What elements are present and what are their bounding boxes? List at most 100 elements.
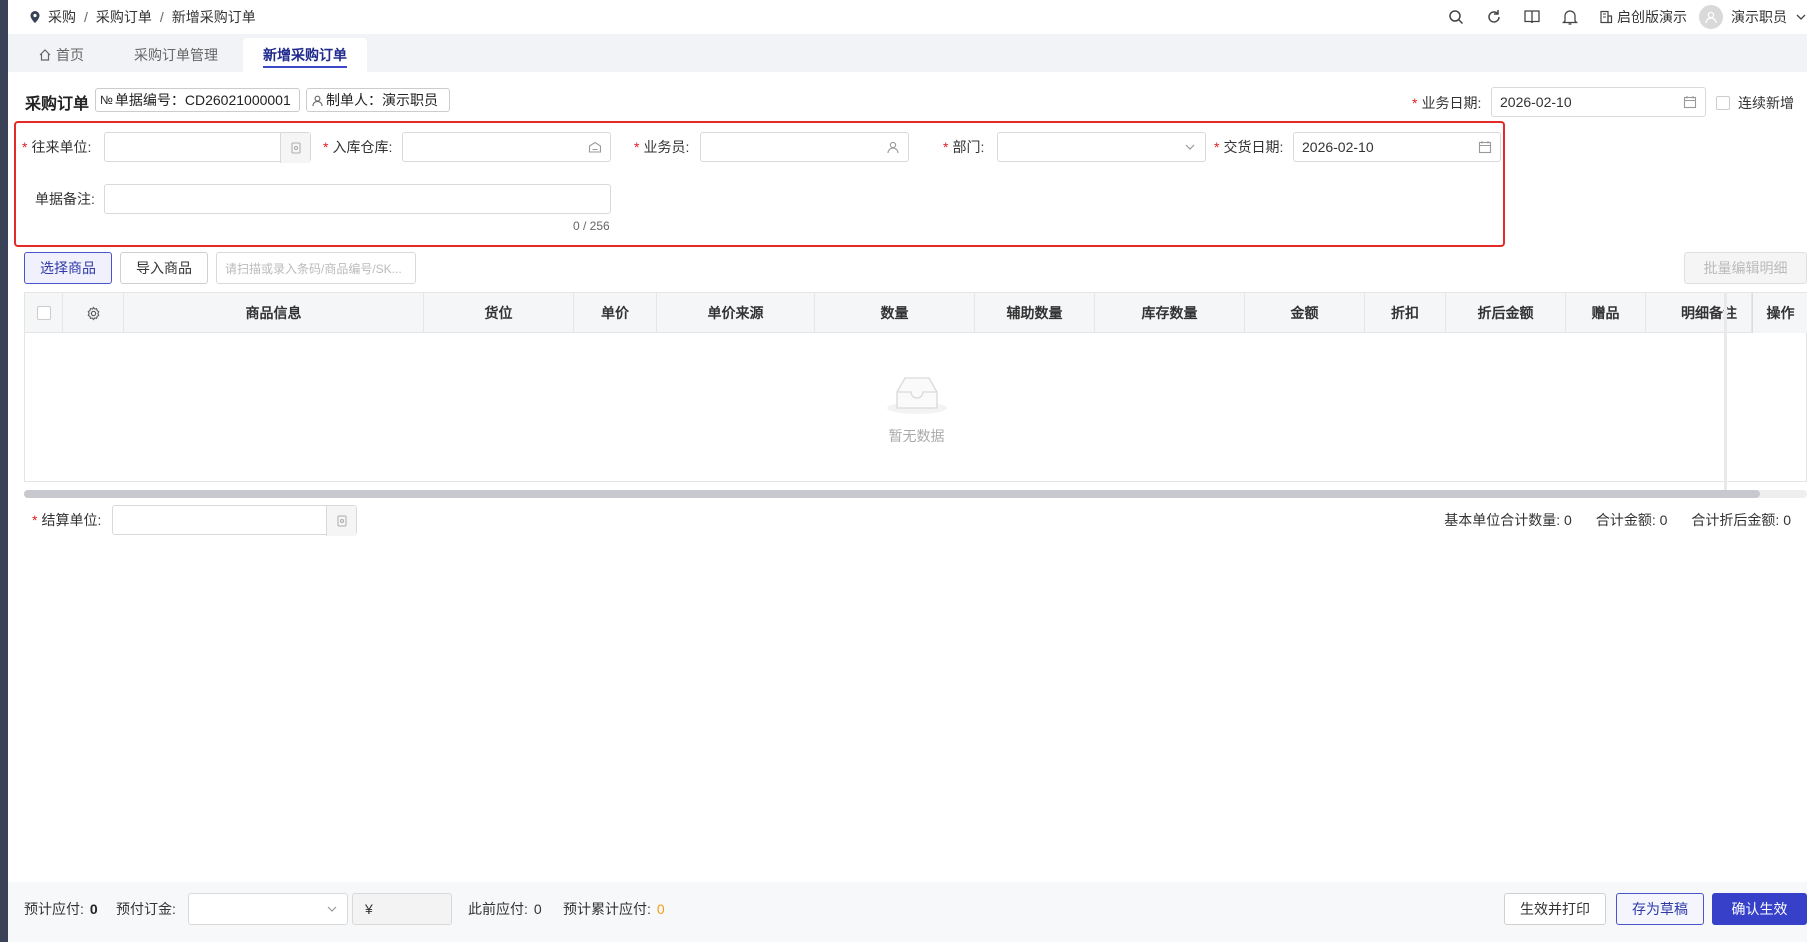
book-icon[interactable] [1523,8,1541,26]
remark-textarea[interactable] [104,184,611,214]
prepay-amount-input[interactable]: ¥ [352,893,452,925]
base-qty-label: 基本单位合计数量: [1444,512,1561,528]
column-header: 辅助数量 [975,293,1095,333]
delivery-date-picker[interactable]: 2026-02-10 [1293,132,1501,162]
amount-total-value: 0 [1659,512,1668,528]
chevron-down-icon [1185,144,1195,150]
warehouse-icon [588,141,602,153]
partner-label: * 往来单位: [22,132,91,162]
remark-label: 单据备注: [35,184,95,214]
prev-payable: 此前应付: 0 [468,899,542,919]
settlement-label: * 结算单位: [32,505,101,535]
tab-new-order-label: 新增采购订单 [263,47,347,63]
required-mark: * [323,139,329,155]
required-mark: * [1412,95,1418,111]
gear-icon[interactable] [86,305,101,321]
prepay-account-select[interactable] [188,893,348,925]
calendar-icon [1683,96,1697,109]
column-header: 单价 [574,293,657,333]
activate-and-print-button[interactable]: 生效并打印 [1504,893,1606,925]
est-payable-value: 0 [89,901,98,917]
biz-date-picker[interactable]: 2026-02-10 [1491,87,1706,117]
page-title: 采购订单 [25,96,90,113]
delivery-date-value: 2026-02-10 [1302,139,1374,155]
est-cum-payable-value: 0 [656,901,665,917]
active-tab-underline [263,66,347,68]
barcode-scan-input[interactable]: 请扫描或录入条码/商品编号/SK... [216,252,416,284]
breadcrumb-item-purchase[interactable]: 采购 [48,7,76,27]
calendar-icon [1478,141,1492,154]
location-pin-icon [30,11,40,23]
warehouse-input[interactable] [402,132,611,162]
breadcrumb-item-orders[interactable]: 采购订单 [96,7,152,27]
column-settings-cell [63,293,124,333]
search-icon[interactable] [1447,8,1465,26]
avatar [1699,5,1723,29]
batch-edit-button[interactable]: 批量编辑明细 [1684,252,1807,284]
salesman-input[interactable] [700,132,909,162]
tab-order-management[interactable]: 采购订单管理 [134,38,218,72]
dept-select[interactable] [997,132,1206,162]
base-qty-value: 0 [1564,512,1572,528]
amount-total-label: 合计金额: [1595,512,1656,528]
column-header: 库存数量 [1095,293,1245,333]
continuous-add-checkbox[interactable] [1716,96,1730,110]
scrollbar-thumb[interactable] [24,490,1760,498]
est-payable-label: 预计应付: [24,901,84,917]
refresh-icon[interactable] [1485,8,1503,26]
biz-date-label-text: 业务日期: [1421,95,1482,111]
document-icon [337,515,346,527]
confirm-button[interactable]: 确认生效 [1712,893,1807,925]
tab-new-order[interactable]: 新增采购订单 [243,38,367,72]
remark-char-counter: 0 / 256 [573,219,610,233]
warehouse-label-text: 入库仓库: [332,139,393,155]
partner-input[interactable] [104,132,311,163]
building-icon [1600,10,1613,24]
est-cum-payable: 预计累计应付: 0 [563,899,665,919]
partner-picker-button[interactable] [280,133,310,163]
number-sign-icon: № [100,93,113,107]
empty-inbox-icon [886,377,947,414]
dept-label: * 部门: [943,132,984,162]
salesman-label: * 业务员: [634,132,689,162]
import-goods-button[interactable]: 导入商品 [120,252,208,284]
horizontal-scrollbar[interactable] [24,490,1807,498]
doc-number-chip: № 单据编号： CD26021000001 [95,88,300,112]
main-frame: 采购 / 采购订单 / 新增采购订单 启创版演示 演示职员 首页 采购订单管理 … [8,0,1807,942]
discounted-total: 合计折后金额: 0 [1691,510,1791,530]
tab-home[interactable]: 首页 [38,38,84,72]
tab-order-management-label: 采购订单管理 [134,47,218,63]
column-header: 数量 [815,293,975,333]
amount-total: 合计金额: 0 [1596,510,1668,530]
column-header: 商品信息 [124,293,424,333]
currency-symbol: ¥ [365,901,373,917]
column-header: 赠品 [1566,293,1646,333]
warehouse-label: * 入库仓库: [323,132,392,162]
tenant-switch[interactable]: 启创版演示 [1599,7,1687,27]
column-header-actions: 操作 [1752,293,1807,333]
prev-payable-label: 此前应付: [468,901,528,917]
settlement-input[interactable] [112,505,357,536]
est-payable: 预计应付: 0 [24,899,98,919]
breadcrumb-separator: / [159,9,164,25]
settlement-picker-button[interactable] [326,506,356,536]
maker-value: 演示职员 [382,92,438,108]
page-tabs: 首页 采购订单管理 新增采购订单 [8,34,1807,72]
save-draft-button[interactable]: 存为草稿 [1616,893,1704,925]
document-icon [291,142,300,154]
remark-label-text: 单据备注: [35,191,95,207]
user-menu[interactable]: 演示职员 [1699,5,1807,29]
est-cum-payable-label: 预计累计应付: [563,901,651,917]
discounted-total-label: 合计折后金额: [1691,512,1780,528]
base-qty-total: 基本单位合计数量: 0 [1444,510,1572,530]
select-all-checkbox[interactable] [36,306,51,320]
delivery-date-label-text: 交货日期: [1223,139,1284,155]
column-header: 折后金额 [1446,293,1566,333]
column-header: 折扣 [1365,293,1446,333]
top-bar: 采购 / 采购订单 / 新增采购订单 启创版演示 演示职员 [8,0,1807,34]
empty-text: 暂无数据 [888,428,945,444]
select-goods-button[interactable]: 选择商品 [24,252,112,284]
continuous-add-toggle[interactable]: 连续新增 [1716,93,1794,113]
chevron-down-icon [327,906,337,912]
bell-icon[interactable] [1561,8,1579,26]
